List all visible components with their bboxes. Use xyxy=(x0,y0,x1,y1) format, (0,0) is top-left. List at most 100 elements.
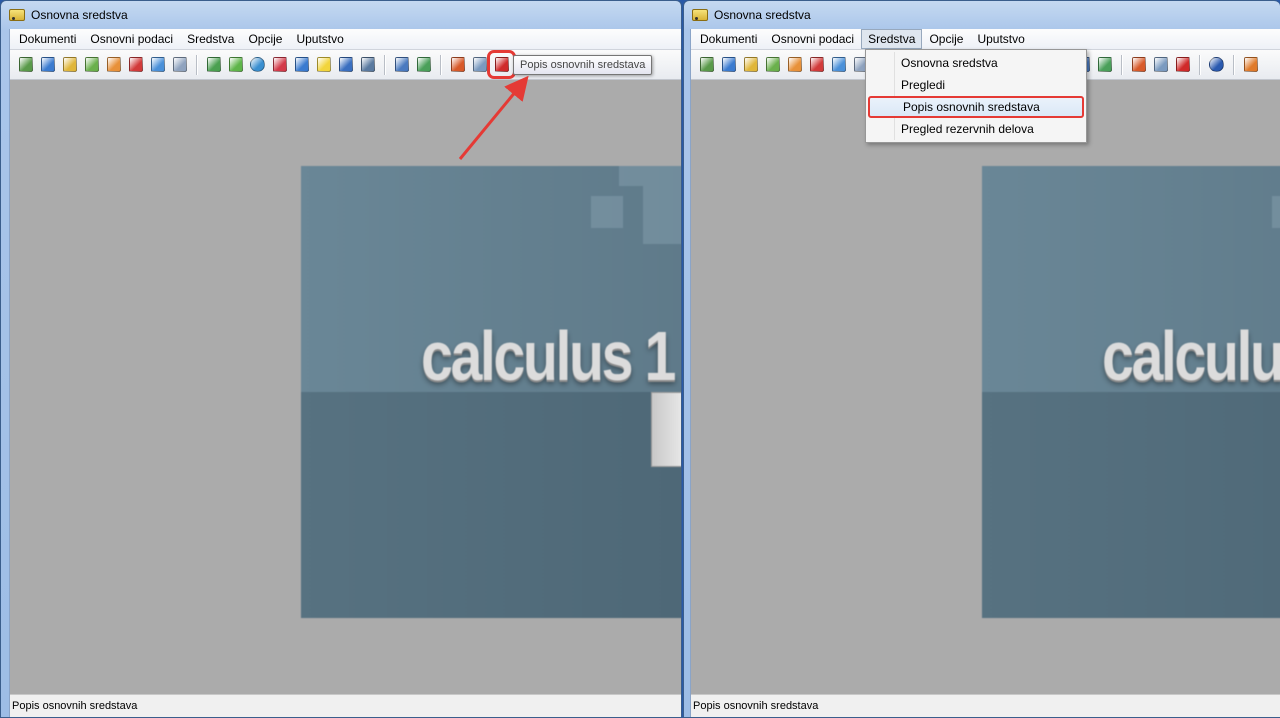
banner-text: calculus 1 xyxy=(1102,317,1280,395)
share-icon xyxy=(360,57,375,72)
menu-item-osnovna-sredstva[interactable]: Osnovna sredstva xyxy=(868,52,1084,74)
menu-uputstvo[interactable]: Uputstvo xyxy=(970,29,1031,49)
info-button[interactable] xyxy=(336,55,355,74)
folder-document-icon xyxy=(62,57,77,72)
status-bar: Popis osnovnih sredstava xyxy=(691,694,1280,717)
edit-document-button[interactable] xyxy=(104,55,123,74)
new-document-icon xyxy=(18,57,33,72)
add-document-button[interactable] xyxy=(763,55,782,74)
menu-uputstvo[interactable]: Uputstvo xyxy=(289,29,350,49)
toolbar-separator xyxy=(1199,54,1200,75)
gem-button[interactable] xyxy=(270,55,289,74)
folder-document-icon xyxy=(743,57,758,72)
menu-opcije[interactable]: Opcije xyxy=(241,29,289,49)
refresh-document-button[interactable] xyxy=(148,55,167,74)
client-area: calculus 1 xyxy=(10,80,681,694)
help-button[interactable] xyxy=(1207,55,1226,74)
house-button[interactable] xyxy=(448,55,467,74)
new-document-icon xyxy=(699,57,714,72)
search-report-button[interactable] xyxy=(470,55,489,74)
menu-item-pregledi[interactable]: Pregledi xyxy=(868,74,1084,96)
grid-report-icon xyxy=(394,57,409,72)
menu-bar: Dokumenti Osnovni podaci Sredstva Opcije… xyxy=(10,29,681,50)
add-document-icon xyxy=(765,57,780,72)
menu-item-popis-osnovnih-sredstava[interactable]: Popis osnovnih sredstava xyxy=(868,96,1084,118)
info-icon xyxy=(338,57,353,72)
user-button[interactable] xyxy=(226,55,245,74)
title-bar[interactable]: Osnovna sredstva xyxy=(684,1,1280,29)
asset-list-icon xyxy=(1175,57,1190,72)
grid-report-button[interactable] xyxy=(392,55,411,74)
main-window-right: Osnovna sredstva Dokumenti Osnovni podac… xyxy=(683,0,1280,718)
org-tree-icon xyxy=(206,57,221,72)
lightbulb-icon xyxy=(316,57,331,72)
delete-document-button[interactable] xyxy=(807,55,826,74)
edit-document-button[interactable] xyxy=(785,55,804,74)
add-document-icon xyxy=(84,57,99,72)
toolbar-separator xyxy=(1233,54,1234,75)
house-button[interactable] xyxy=(1129,55,1148,74)
background-banner: calculus 1 xyxy=(982,166,1280,618)
export-report-button[interactable] xyxy=(1095,55,1114,74)
search-report-icon xyxy=(472,57,487,72)
globe-button[interactable] xyxy=(248,55,267,74)
refresh-document-icon xyxy=(831,57,846,72)
menu-item-pregled-rezervnih-delova[interactable]: Pregled rezervnih delova xyxy=(868,118,1084,140)
background-banner: calculus 1 xyxy=(301,166,681,618)
add-document-button[interactable] xyxy=(82,55,101,74)
truck-app-icon xyxy=(692,9,708,21)
open-document-button[interactable] xyxy=(38,55,57,74)
org-tree-button[interactable] xyxy=(204,55,223,74)
window-body: Dokumenti Osnovni podaci Sredstva Opcije… xyxy=(690,29,1280,717)
print-document-icon xyxy=(172,57,187,72)
menu-sredstva[interactable]: Sredstva xyxy=(180,29,241,49)
menu-osnovni-podaci[interactable]: Osnovni podaci xyxy=(764,29,861,49)
new-document-button[interactable] xyxy=(16,55,35,74)
new-document-button[interactable] xyxy=(697,55,716,74)
sredstva-dropdown-menu: Osnovna sredstva Pregledi Popis osnovnih… xyxy=(865,49,1087,143)
refresh-document-button[interactable] xyxy=(829,55,848,74)
toolbar-separator xyxy=(1121,54,1122,75)
lightbulb-button[interactable] xyxy=(314,55,333,74)
delete-document-icon xyxy=(809,57,824,72)
refresh-document-icon xyxy=(150,57,165,72)
user-icon xyxy=(228,57,243,72)
asset-list-button[interactable] xyxy=(1173,55,1192,74)
gem-icon xyxy=(272,57,287,72)
truck-app-icon xyxy=(9,9,25,21)
globe-icon xyxy=(250,57,265,72)
menu-dokumenti[interactable]: Dokumenti xyxy=(12,29,83,49)
menu-sredstva[interactable]: Sredstva xyxy=(861,29,923,49)
hierarchy-button[interactable] xyxy=(292,55,311,74)
asset-list-icon xyxy=(494,57,509,72)
export-report-icon xyxy=(1097,57,1112,72)
exit-button[interactable] xyxy=(1241,55,1260,74)
folder-document-button[interactable] xyxy=(741,55,760,74)
menu-bar: Dokumenti Osnovni podaci Sredstva Opcije… xyxy=(691,29,1280,50)
search-report-button[interactable] xyxy=(1151,55,1170,74)
toolbar-separator xyxy=(384,54,385,75)
toolbar-separator xyxy=(196,54,197,75)
menu-osnovni-podaci[interactable]: Osnovni podaci xyxy=(83,29,180,49)
banner-text: calculus 1 xyxy=(421,317,676,395)
search-report-icon xyxy=(1153,57,1168,72)
exit-icon xyxy=(1243,57,1258,72)
status-bar: Popis osnovnih sredstava xyxy=(10,694,681,717)
open-document-icon xyxy=(40,57,55,72)
open-document-button[interactable] xyxy=(719,55,738,74)
house-icon xyxy=(1131,57,1146,72)
delete-document-button[interactable] xyxy=(126,55,145,74)
menu-dokumenti[interactable]: Dokumenti xyxy=(693,29,764,49)
hierarchy-icon xyxy=(294,57,309,72)
folder-document-button[interactable] xyxy=(60,55,79,74)
menu-opcije[interactable]: Opcije xyxy=(922,29,970,49)
export-report-button[interactable] xyxy=(414,55,433,74)
toolbar-tooltip: Popis osnovnih sredstava xyxy=(513,55,653,75)
open-document-icon xyxy=(721,57,736,72)
delete-document-icon xyxy=(128,57,143,72)
client-area: calculus 1 xyxy=(691,80,1280,694)
share-button[interactable] xyxy=(358,55,377,74)
print-document-button[interactable] xyxy=(170,55,189,74)
title-bar[interactable]: Osnovna sredstva xyxy=(1,1,681,29)
asset-list-button[interactable] xyxy=(487,50,516,79)
